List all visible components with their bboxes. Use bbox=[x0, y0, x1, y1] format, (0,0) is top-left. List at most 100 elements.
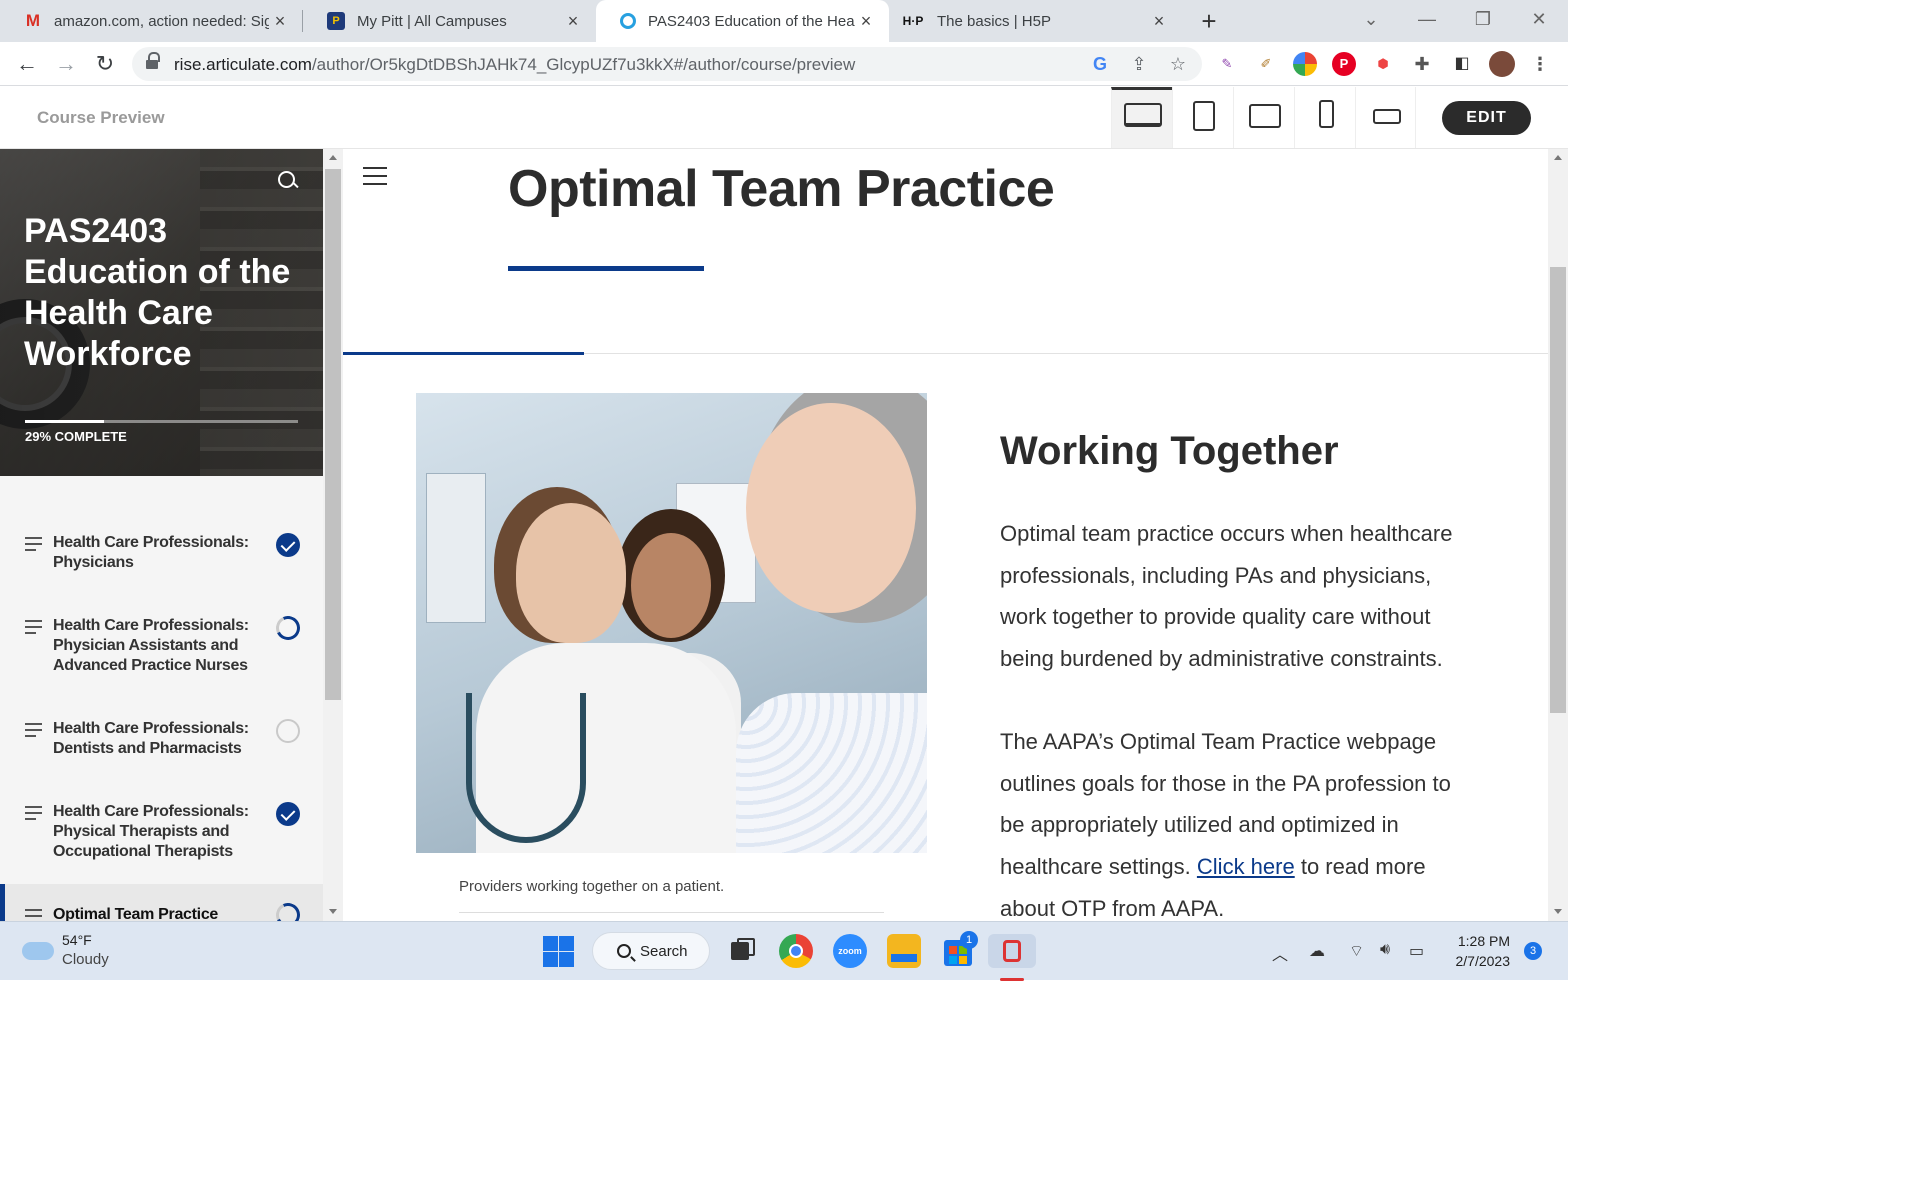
google-lens-icon[interactable]: G bbox=[1089, 53, 1111, 75]
file-explorer-icon[interactable] bbox=[887, 934, 921, 968]
tablet-portrait-icon bbox=[1193, 101, 1215, 131]
tab-my-pitt[interactable]: P My Pitt | All Campuses × bbox=[303, 0, 596, 42]
search-icon[interactable] bbox=[277, 170, 299, 192]
notification-count-badge[interactable]: 3 bbox=[1524, 942, 1542, 960]
main-scroll-thumb[interactable] bbox=[1550, 267, 1566, 713]
close-window-icon[interactable]: ✕ bbox=[1511, 0, 1567, 40]
tablet-landscape-icon bbox=[1249, 104, 1281, 128]
close-tab-icon[interactable]: × bbox=[855, 11, 877, 32]
windows-start-icon[interactable] bbox=[541, 934, 575, 968]
lesson-label: Health Care Professionals: Physician Ass… bbox=[53, 617, 249, 674]
url-bar[interactable]: rise.articulate.com/author/Or5kgDtDBShJA… bbox=[132, 47, 1202, 81]
lesson-list-icon bbox=[25, 723, 42, 741]
pinterest-icon[interactable]: P bbox=[1332, 52, 1356, 76]
snipping-tool-icon[interactable] bbox=[988, 934, 1036, 981]
phone-portrait-icon bbox=[1319, 100, 1334, 128]
tablet-portrait-view-button[interactable] bbox=[1172, 87, 1233, 148]
scroll-up-arrow-icon[interactable] bbox=[1554, 155, 1562, 160]
paint-extension-icon[interactable]: ✐ bbox=[1254, 52, 1278, 76]
complete-check-icon bbox=[276, 533, 300, 557]
paragraph-2: The AAPA’s Optimal Team Practice webpage… bbox=[1000, 721, 1470, 921]
complete-check-icon bbox=[276, 802, 300, 826]
new-tab-button[interactable]: + bbox=[1196, 6, 1222, 36]
scroll-up-arrow-icon[interactable] bbox=[329, 155, 337, 160]
search-icon bbox=[617, 944, 631, 958]
profile-avatar[interactable] bbox=[1489, 51, 1515, 77]
tab-title: amazon.com, action needed: Sign bbox=[54, 12, 269, 30]
course-hero: PAS2403 Education of the Health Care Wor… bbox=[0, 149, 323, 476]
taskbar-search[interactable]: Search bbox=[592, 932, 710, 970]
back-arrow-icon[interactable]: ← bbox=[13, 50, 41, 78]
course-title: PAS2403 Education of the Health Care Wor… bbox=[24, 212, 291, 373]
share-icon[interactable]: ⇪ bbox=[1128, 53, 1150, 75]
phone-portrait-view-button[interactable] bbox=[1294, 87, 1355, 148]
lesson-list-icon bbox=[25, 806, 42, 824]
tab-title: PAS2403 Education of the Health bbox=[648, 12, 855, 30]
wifi-icon[interactable]: ⌔ bbox=[1349, 941, 1364, 961]
aapa-click-here-link[interactable]: Click here bbox=[1197, 854, 1295, 879]
in-progress-ring-icon bbox=[272, 612, 304, 644]
color-extension-icon[interactable] bbox=[1293, 52, 1317, 76]
volume-icon[interactable]: 🔊︎ bbox=[1380, 941, 1390, 959]
store-notification-badge: 1 bbox=[960, 931, 978, 949]
side-panel-icon[interactable]: ◧ bbox=[1450, 52, 1474, 76]
course-progress-fill bbox=[25, 420, 105, 423]
restore-icon[interactable]: ❐ bbox=[1455, 0, 1511, 40]
tab-h5p[interactable]: H·P The basics | H5P × bbox=[889, 0, 1182, 42]
browser-tab-strip: M amazon.com, action needed: Sign × P My… bbox=[0, 0, 1568, 42]
lock-icon[interactable] bbox=[146, 52, 160, 70]
lesson-label: Health Care Professionals: Dentists and … bbox=[53, 720, 249, 757]
hamburger-menu-icon[interactable] bbox=[363, 167, 387, 191]
puzzle-extensions-icon[interactable]: ✚ bbox=[1410, 52, 1434, 76]
minimize-icon[interactable]: — bbox=[1399, 0, 1455, 40]
sidebar-scrollbar[interactable] bbox=[323, 149, 343, 921]
clock-date: 2/7/2023 bbox=[1455, 953, 1511, 969]
close-tab-icon[interactable]: × bbox=[269, 11, 291, 32]
desktop-view-button[interactable] bbox=[1111, 87, 1172, 148]
lesson-label: Optimal Team Practice bbox=[53, 906, 219, 921]
lesson-item-dentists-pharmacists[interactable]: Health Care Professionals: Dentists and … bbox=[0, 719, 323, 769]
title-accent-bar bbox=[508, 266, 704, 271]
scroll-down-arrow-icon[interactable] bbox=[329, 909, 337, 914]
tab-rise-course[interactable]: PAS2403 Education of the Health × bbox=[596, 0, 889, 42]
weather-condition: Cloudy bbox=[62, 951, 109, 968]
tablet-landscape-view-button[interactable] bbox=[1233, 87, 1294, 148]
sidebar-scroll-thumb[interactable] bbox=[325, 169, 341, 700]
taskbar-clock[interactable]: 1:28 PM 2/7/2023 bbox=[1448, 931, 1511, 971]
lesson-item-pas-apns[interactable]: Health Care Professionals: Physician Ass… bbox=[0, 612, 323, 686]
scroll-down-arrow-icon[interactable] bbox=[1554, 909, 1562, 914]
task-view-icon[interactable] bbox=[725, 934, 759, 968]
tab-search-icon[interactable]: ⌄ bbox=[1343, 0, 1399, 40]
lesson-content: Optimal Team Practice Providers working … bbox=[343, 149, 1548, 921]
zoom-icon[interactable]: zoom bbox=[833, 934, 867, 968]
menu-kebab-icon[interactable]: ⋮ bbox=[1528, 52, 1552, 76]
url-text[interactable]: rise.articulate.com/author/Or5kgDtDBShJA… bbox=[174, 55, 855, 75]
chrome-icon[interactable] bbox=[779, 934, 813, 968]
main-scrollbar[interactable] bbox=[1548, 149, 1568, 921]
tab-title: The basics | H5P bbox=[937, 12, 1051, 30]
tab-gmail[interactable]: M amazon.com, action needed: Sign × bbox=[0, 0, 303, 42]
desktop-icon bbox=[1124, 103, 1162, 127]
section-heading: Working Together bbox=[1000, 429, 1339, 473]
lesson-title: Optimal Team Practice bbox=[508, 160, 1055, 218]
forward-arrow-icon[interactable]: → bbox=[52, 50, 80, 78]
pen-extension-icon[interactable]: ✎ bbox=[1215, 52, 1239, 76]
show-hidden-icons-chevron[interactable]: ︿ bbox=[1272, 941, 1288, 965]
rise-icon bbox=[620, 13, 636, 29]
close-tab-icon[interactable]: × bbox=[1148, 11, 1170, 32]
lesson-item-physicians[interactable]: Health Care Professionals: Physicians bbox=[0, 533, 323, 583]
not-started-ring-icon bbox=[276, 719, 300, 743]
lesson-item-pts-ots[interactable]: Health Care Professionals: Physical Ther… bbox=[0, 802, 323, 872]
in-progress-ring-icon bbox=[272, 899, 304, 921]
extension-badge-icon[interactable]: ⬢ bbox=[1371, 52, 1395, 76]
onedrive-cloud-icon[interactable]: ☁ bbox=[1309, 941, 1325, 961]
close-tab-icon[interactable]: × bbox=[562, 11, 584, 32]
bookmark-star-icon[interactable]: ☆ bbox=[1167, 53, 1189, 75]
phone-landscape-view-button[interactable] bbox=[1355, 87, 1416, 148]
lesson-label: Health Care Professionals: Physical Ther… bbox=[53, 803, 249, 860]
battery-icon[interactable]: ▭ bbox=[1409, 941, 1424, 961]
lesson-item-optimal-team-practice[interactable]: Optimal Team Practice bbox=[0, 884, 323, 921]
reload-icon[interactable]: ↻ bbox=[91, 50, 119, 78]
lesson-label: Health Care Professionals: Physicians bbox=[53, 534, 249, 571]
edit-button[interactable]: EDIT bbox=[1442, 101, 1531, 135]
